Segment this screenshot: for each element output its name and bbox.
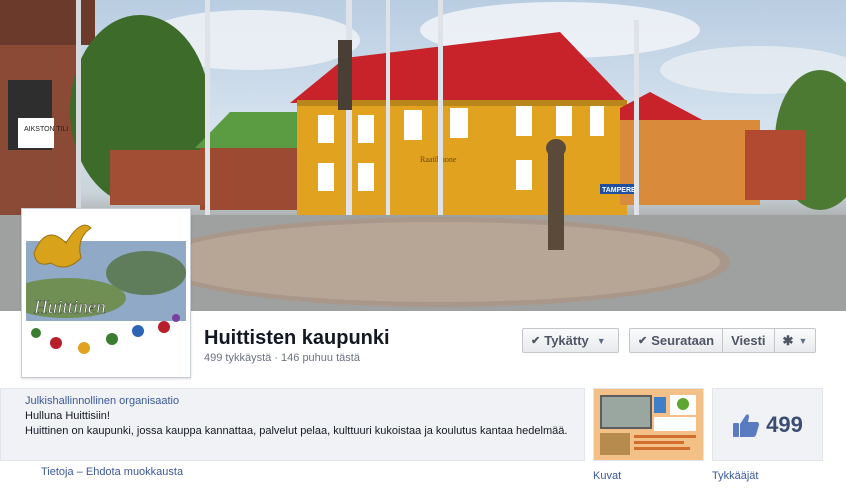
check-icon: ✔ [638, 335, 648, 347]
page-actions-group: ✔ Seurataan Viesti ✱ ▼ [629, 328, 817, 353]
huittinen-logo: Huittinen [26, 213, 186, 373]
info-link[interactable]: Tietoja [41, 466, 74, 478]
shop-sign-text: AIKSTON TILI [24, 126, 69, 133]
liked-label: Tykätty [544, 333, 589, 348]
liked-button[interactable]: ✔ Tykätty ▼ [522, 328, 619, 353]
logo-text: Huittinen [33, 297, 106, 318]
message-button[interactable]: Viesti [723, 329, 775, 352]
about-box: Julkishallinnollinen organisaatio Hullun… [0, 388, 585, 461]
check-icon: ✔ [531, 335, 541, 347]
page-slogan: Hulluna Huittisiin! [25, 410, 110, 422]
following-label: Seurataan [651, 333, 715, 348]
photos-label[interactable]: Kuvat [593, 470, 621, 482]
about-links: Tietoja – Ehdota muokkausta [41, 466, 183, 478]
likes-app[interactable]: 499 [712, 388, 823, 461]
gear-icon: ✱ [782, 332, 794, 348]
link-separator: – [76, 466, 86, 478]
suggest-edit-link[interactable]: Ehdota muokkausta [86, 466, 183, 478]
likes-count: 499 [766, 411, 803, 437]
caret-down-icon: ▼ [798, 335, 808, 346]
photos-thumbnail[interactable] [594, 389, 703, 460]
poster-image [594, 389, 703, 460]
profile-picture[interactable]: Huittinen [21, 208, 191, 378]
photos-app[interactable] [593, 388, 704, 461]
road-sign-text: TAMPERE [602, 187, 636, 194]
page-category[interactable]: Julkishallinnollinen organisaatio [25, 394, 584, 409]
thumbs-up-icon [733, 413, 760, 437]
settings-button[interactable]: ✱ ▼ [775, 329, 816, 352]
page-stats: 499 tykkäystä · 146 puhuu tästä [204, 352, 360, 364]
likes-label[interactable]: Tykkääjät [712, 470, 758, 482]
page-title[interactable]: Huittisten kaupunki [204, 327, 390, 350]
following-button[interactable]: ✔ Seurataan [630, 329, 724, 352]
page-description: Huittinen on kaupunki, jossa kauppa kann… [25, 425, 568, 437]
caret-down-icon: ▼ [596, 335, 606, 346]
message-label: Viesti [731, 333, 766, 348]
